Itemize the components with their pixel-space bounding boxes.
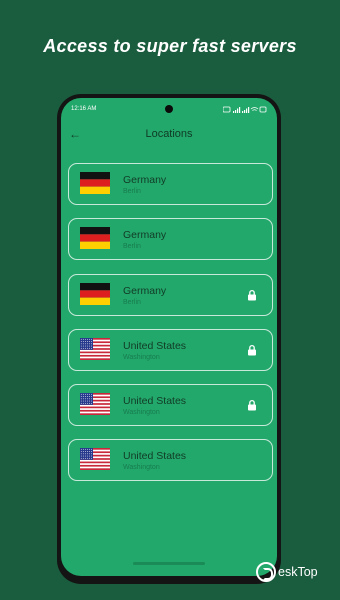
usa-flag-icon <box>80 337 110 360</box>
signal-icon <box>233 107 241 113</box>
usa-flag-icon <box>80 393 110 416</box>
camera-icon <box>165 105 173 113</box>
battery-icon <box>259 106 267 113</box>
location-country: Germany <box>123 229 167 242</box>
location-item[interactable]: United States Washington <box>68 439 273 482</box>
germany-flag-icon <box>80 172 110 194</box>
lock-icon <box>246 399 258 411</box>
watermark-brand: eskTop <box>278 565 318 579</box>
status-bar: 12:16 AM <box>61 98 277 118</box>
lock-graphic <box>248 400 256 411</box>
wifi-icon <box>250 107 259 111</box>
lock-graphic <box>248 289 256 301</box>
location-city: Washington <box>123 409 160 417</box>
location-country: Germany <box>123 284 167 297</box>
location-country: United States <box>123 395 187 408</box>
location-country: United States <box>123 450 187 463</box>
signal-icon <box>242 107 250 113</box>
usa-flag-icon <box>80 448 110 471</box>
germany-flag-graphic <box>80 282 110 305</box>
lock-icon <box>246 289 258 301</box>
location-city: Washington <box>123 464 160 472</box>
app-screen: 12:16 AM ← Locations Germany Berlin German… <box>61 98 277 576</box>
lock-graphic <box>248 344 256 356</box>
location-country: United States <box>123 339 187 352</box>
usa-flag-graphic <box>80 337 110 360</box>
location-item[interactable]: Germany Berlin <box>68 218 273 261</box>
usa-flag-graphic <box>80 393 110 416</box>
lock-icon <box>246 344 258 356</box>
location-item[interactable]: United States Washington <box>68 384 273 427</box>
germany-flag-graphic <box>80 172 110 194</box>
home-indicator[interactable] <box>133 562 205 565</box>
location-item[interactable]: Germany Berlin <box>68 163 273 205</box>
location-city: Berlin <box>123 298 141 306</box>
watermark: eskTop <box>256 562 340 584</box>
location-city: Berlin <box>123 188 141 195</box>
usa-flag-graphic <box>80 448 110 471</box>
location-list: Germany Berlin Germany Berlin Germany Berlin U… <box>68 163 273 495</box>
location-country: Germany <box>123 174 167 186</box>
germany-flag-graphic <box>80 227 110 250</box>
location-item[interactable]: Germany Berlin <box>68 273 273 316</box>
page-title: Locations <box>145 128 193 140</box>
germany-flag-icon <box>80 227 110 250</box>
headline: Access to super fast servers <box>43 36 297 56</box>
alarm-icon <box>222 106 231 113</box>
status-time: 12:16 AM <box>71 106 97 112</box>
location-city: Berlin <box>123 243 141 251</box>
status-icons <box>222 106 267 115</box>
watermark-logo-icon <box>256 562 276 582</box>
top-bar: ← Locations <box>61 126 277 146</box>
status-icons-graphic <box>222 106 267 113</box>
location-item[interactable]: United States Washington <box>68 328 273 371</box>
germany-flag-icon <box>80 282 110 305</box>
location-city: Washington <box>123 353 160 361</box>
